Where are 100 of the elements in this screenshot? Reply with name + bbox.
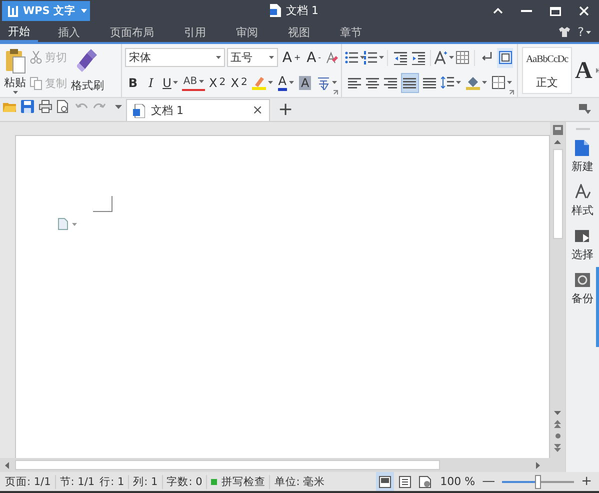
tab-list-icon[interactable] bbox=[579, 104, 591, 114]
backup-icon bbox=[574, 272, 590, 288]
copy-icon bbox=[30, 77, 42, 90]
align-center-icon bbox=[366, 76, 379, 88]
caret-icon bbox=[360, 56, 365, 59]
scroll-up-icon[interactable] bbox=[554, 140, 561, 144]
format-button[interactable]: B bbox=[125, 72, 141, 92]
vertical-scrollbar[interactable] bbox=[550, 122, 565, 458]
align-justify-button[interactable] bbox=[400, 72, 420, 92]
previous-page-icon[interactable] bbox=[554, 420, 561, 428]
close-tab-button[interactable]: × bbox=[252, 103, 263, 118]
border-icon bbox=[492, 76, 505, 89]
task-pane-backup-button[interactable]: 备份 bbox=[572, 272, 594, 306]
paintbrush-icon bbox=[76, 48, 98, 74]
scroll-right-icon[interactable] bbox=[596, 68, 599, 73]
zoom-out-button[interactable]: — bbox=[479, 474, 498, 489]
caret-icon bbox=[506, 81, 512, 84]
menu-tab[interactable]: 插入 bbox=[48, 22, 90, 42]
task-pane-style-button[interactable]: 样式 bbox=[572, 184, 594, 218]
new-tab-button[interactable]: + bbox=[270, 99, 302, 121]
spell-check-button[interactable]: 拼写检查 bbox=[206, 474, 270, 488]
document-icon bbox=[133, 104, 145, 118]
outline-view-icon bbox=[399, 476, 412, 488]
window-title: 文档 1 bbox=[286, 3, 318, 18]
menu-tab[interactable]: 章节 bbox=[330, 22, 372, 42]
logo-icon bbox=[8, 6, 18, 16]
shirt-icon[interactable] bbox=[558, 27, 570, 37]
slider-thumb[interactable] bbox=[535, 474, 542, 488]
increase-indent-icon bbox=[412, 50, 424, 64]
scroll-thumb[interactable] bbox=[552, 149, 562, 239]
page-view-icon bbox=[379, 476, 392, 488]
font-name-field[interactable]: 宋体 bbox=[125, 48, 225, 67]
font-color-button[interactable]: A bbox=[276, 72, 296, 92]
menu-tab[interactable]: 页面布局 bbox=[100, 22, 164, 42]
style-preview[interactable]: A bbox=[574, 47, 594, 94]
status-text: 单位: 毫米 bbox=[269, 474, 330, 488]
shrink-font-button[interactable]: A$^{-}$ bbox=[304, 48, 323, 68]
print-preview-icon[interactable] bbox=[57, 100, 70, 113]
caret-icon bbox=[80, 9, 86, 13]
clear-format-icon[interactable] bbox=[325, 50, 338, 64]
text-frame-button[interactable] bbox=[497, 48, 514, 68]
new-icon bbox=[574, 140, 590, 156]
margin-corner-mark bbox=[93, 196, 113, 212]
document-tab[interactable]: 文档 1 × bbox=[126, 99, 270, 121]
menu-tab[interactable]: 引用 bbox=[174, 22, 216, 42]
highlighter-icon bbox=[252, 76, 266, 90]
caret-icon bbox=[586, 30, 591, 34]
format-button[interactable]: I bbox=[143, 72, 159, 92]
next-page-icon[interactable] bbox=[554, 444, 561, 452]
select-icon bbox=[574, 228, 590, 244]
caret-icon bbox=[199, 80, 204, 83]
style-preview[interactable]: AaBbCcDc 正文 bbox=[522, 47, 572, 94]
horizontal-scrollbar[interactable] bbox=[0, 458, 565, 472]
style-icon bbox=[574, 184, 590, 200]
status-text: 页面: 1/1 bbox=[4, 474, 52, 488]
scissors-icon bbox=[30, 51, 42, 64]
grow-font-button[interactable]: A$^{+}$ bbox=[280, 48, 303, 68]
bullet-list-icon bbox=[344, 50, 358, 64]
text-frame-icon bbox=[498, 50, 512, 64]
task-pane-new-button[interactable]: 新建 bbox=[572, 140, 594, 174]
paste-options-icon[interactable] bbox=[58, 218, 78, 230]
customize-icon[interactable] bbox=[115, 104, 122, 108]
maximize-icon[interactable] bbox=[550, 6, 561, 16]
close-icon[interactable] bbox=[579, 6, 589, 16]
task-pane-select-button[interactable]: 选择 bbox=[572, 228, 594, 262]
format-button[interactable]: AB bbox=[182, 74, 206, 90]
split-view-icon[interactable] bbox=[552, 125, 562, 135]
document-icon bbox=[270, 4, 281, 17]
format-button[interactable]: U bbox=[161, 72, 180, 92]
dialog-launcher-icon[interactable] bbox=[509, 90, 514, 95]
caret-icon bbox=[173, 81, 178, 84]
scroll-left-icon[interactable] bbox=[5, 462, 9, 468]
caret-icon bbox=[268, 81, 274, 84]
scroll-down-icon[interactable] bbox=[554, 411, 561, 415]
caret-icon bbox=[288, 81, 294, 84]
status-text: 行: 1 bbox=[98, 474, 126, 488]
caret-icon bbox=[379, 56, 384, 59]
numbered-list-icon bbox=[364, 50, 378, 64]
menu-tab[interactable]: 开始 bbox=[0, 22, 38, 42]
printer-icon[interactable] bbox=[39, 100, 52, 113]
dialog-launcher-icon[interactable] bbox=[333, 90, 338, 95]
save-icon[interactable] bbox=[21, 100, 34, 113]
scroll-thumb[interactable] bbox=[15, 460, 440, 470]
table-icon bbox=[456, 50, 469, 64]
align-justify-icon bbox=[403, 76, 416, 88]
menu-tab[interactable]: 审阅 bbox=[226, 22, 268, 42]
scroll-right-icon[interactable] bbox=[536, 462, 540, 468]
menu-tab[interactable]: 视图 bbox=[278, 22, 320, 42]
web-view-icon bbox=[419, 476, 432, 488]
paste-button[interactable]: 粘贴 bbox=[4, 48, 26, 93]
text-size-icon bbox=[434, 50, 447, 64]
zoom-level: 100 % bbox=[440, 475, 476, 488]
format-painter-button[interactable]: 格式刷 bbox=[71, 48, 104, 93]
select-browse-object-icon[interactable] bbox=[554, 433, 560, 439]
zoom-in-button[interactable]: + bbox=[578, 474, 595, 489]
collapse-ribbon-icon[interactable] bbox=[493, 8, 503, 14]
font-size-field[interactable]: 五号 bbox=[226, 48, 278, 67]
help-button[interactable]: ? bbox=[578, 25, 591, 39]
page-view-button[interactable] bbox=[376, 472, 394, 491]
caret-icon bbox=[448, 56, 454, 59]
